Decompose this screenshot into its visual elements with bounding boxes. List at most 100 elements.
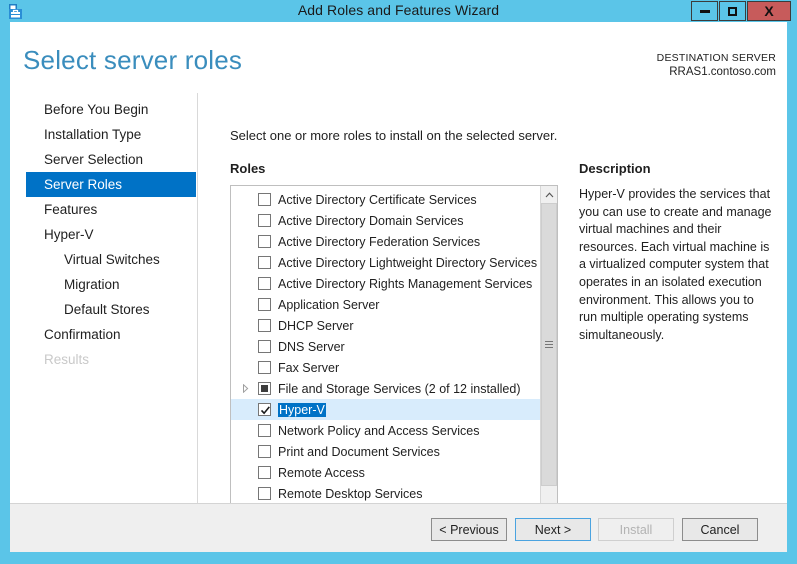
role-row[interactable]: Remote Access: [231, 462, 540, 483]
role-row[interactable]: Application Server: [231, 294, 540, 315]
page-header: Select server roles DESTINATION SERVER R…: [10, 22, 787, 93]
sidebar-item-installation-type[interactable]: Installation Type: [26, 122, 196, 147]
wizard-body: Before You Begin Installation Type Serve…: [10, 93, 787, 503]
minimize-icon: [700, 10, 710, 13]
role-label: Active Directory Federation Services: [278, 235, 480, 249]
tree-spacer: [239, 294, 252, 315]
instruction-text: Select one or more roles to install on t…: [230, 128, 557, 143]
page-title: Select server roles: [23, 45, 242, 76]
destination-server-label: DESTINATION SERVER: [657, 51, 776, 65]
role-row[interactable]: Remote Desktop Services: [231, 483, 540, 504]
tree-spacer: [239, 462, 252, 483]
main-pane: Select one or more roles to install on t…: [199, 93, 787, 503]
wizard-client-area: Select server roles DESTINATION SERVER R…: [10, 22, 787, 552]
role-checkbox[interactable]: [258, 361, 271, 374]
role-label: Active Directory Rights Management Servi…: [278, 277, 532, 291]
role-label: Network Policy and Access Services: [278, 424, 479, 438]
close-button[interactable]: X: [747, 1, 791, 21]
role-row[interactable]: DNS Server: [231, 336, 540, 357]
role-row[interactable]: Active Directory Certificate Services: [231, 189, 540, 210]
next-button[interactable]: Next >: [515, 518, 591, 541]
sidebar-item-server-selection[interactable]: Server Selection: [26, 147, 196, 172]
sidebar-item-hyper-v[interactable]: Hyper-V: [26, 222, 196, 247]
checkmark-icon: [260, 405, 271, 416]
role-row[interactable]: Network Policy and Access Services: [231, 420, 540, 441]
role-checkbox[interactable]: [258, 445, 271, 458]
role-label: DHCP Server: [278, 319, 353, 333]
cancel-button[interactable]: Cancel: [682, 518, 758, 541]
maximize-button[interactable]: [719, 1, 746, 21]
description-label: Description: [579, 161, 651, 176]
tree-spacer: [239, 420, 252, 441]
tree-spacer: [239, 273, 252, 294]
sidebar-item-before-you-begin[interactable]: Before You Begin: [26, 97, 196, 122]
sidebar-item-features[interactable]: Features: [26, 197, 196, 222]
install-button: Install: [598, 518, 674, 541]
scroll-up-button[interactable]: [541, 186, 557, 203]
role-label: Application Server: [278, 298, 379, 312]
tree-spacer: [239, 336, 252, 357]
sidebar-item-server-roles[interactable]: Server Roles: [26, 172, 196, 197]
role-row[interactable]: Active Directory Lightweight Directory S…: [231, 252, 540, 273]
role-row[interactable]: Hyper-V: [231, 399, 540, 420]
role-row[interactable]: Print and Document Services: [231, 441, 540, 462]
role-label: File and Storage Services (2 of 12 insta…: [278, 382, 521, 396]
tree-spacer: [239, 357, 252, 378]
wizard-footer: < Previous Next > Install Cancel: [10, 503, 787, 552]
role-label: Remote Access: [278, 466, 365, 480]
role-row[interactable]: DHCP Server: [231, 315, 540, 336]
tree-spacer: [239, 231, 252, 252]
role-checkbox[interactable]: [258, 403, 271, 416]
roles-scrollbar[interactable]: [540, 186, 557, 520]
role-row[interactable]: Fax Server: [231, 357, 540, 378]
roles-list-label: Roles: [230, 161, 265, 176]
roles-listbox[interactable]: Active Directory Certificate Services Ac…: [230, 185, 558, 521]
role-checkbox[interactable]: [258, 340, 271, 353]
role-checkbox[interactable]: [258, 424, 271, 437]
title-bar: Add Roles and Features Wizard X: [0, 0, 797, 22]
role-label: Active Directory Domain Services: [278, 214, 463, 228]
roles-list: Active Directory Certificate Services Ac…: [231, 189, 540, 504]
role-row[interactable]: Active Directory Domain Services: [231, 210, 540, 231]
role-checkbox[interactable]: [258, 382, 271, 395]
tree-spacer: [239, 441, 252, 462]
tree-spacer: [239, 399, 252, 420]
role-checkbox[interactable]: [258, 487, 271, 500]
tree-spacer: [239, 210, 252, 231]
wizard-step-navigation: Before You Begin Installation Type Serve…: [10, 93, 198, 503]
role-row[interactable]: File and Storage Services (2 of 12 insta…: [231, 378, 540, 399]
scrollbar-thumb[interactable]: [541, 203, 557, 486]
role-label: Remote Desktop Services: [278, 487, 423, 501]
role-checkbox[interactable]: [258, 319, 271, 332]
tree-spacer: [239, 252, 252, 273]
role-checkbox[interactable]: [258, 256, 271, 269]
role-checkbox[interactable]: [258, 277, 271, 290]
role-label: Active Directory Lightweight Directory S…: [278, 256, 537, 270]
role-row[interactable]: Active Directory Rights Management Servi…: [231, 273, 540, 294]
role-label: Hyper-V: [278, 403, 326, 417]
sidebar-item-default-stores[interactable]: Default Stores: [26, 297, 196, 322]
window-title: Add Roles and Features Wizard: [0, 2, 797, 18]
chevron-right-icon[interactable]: [239, 378, 252, 399]
sidebar-item-virtual-switches[interactable]: Virtual Switches: [26, 247, 196, 272]
role-checkbox[interactable]: [258, 466, 271, 479]
sidebar-item-migration[interactable]: Migration: [26, 272, 196, 297]
role-label: Active Directory Certificate Services: [278, 193, 477, 207]
role-checkbox[interactable]: [258, 193, 271, 206]
tree-spacer: [239, 315, 252, 336]
sidebar-item-results: Results: [26, 347, 196, 372]
role-label: Fax Server: [278, 361, 339, 375]
description-text: Hyper-V provides the services that you c…: [579, 186, 775, 344]
sidebar-item-confirmation[interactable]: Confirmation: [26, 322, 196, 347]
role-checkbox[interactable]: [258, 235, 271, 248]
role-checkbox[interactable]: [258, 214, 271, 227]
role-row[interactable]: Active Directory Federation Services: [231, 231, 540, 252]
maximize-icon: [728, 7, 737, 16]
destination-server-block: DESTINATION SERVER RRAS1.contoso.com: [657, 51, 776, 79]
minimize-button[interactable]: [691, 1, 718, 21]
role-checkbox[interactable]: [258, 298, 271, 311]
previous-button[interactable]: < Previous: [431, 518, 507, 541]
scrollbar-grip-icon: [545, 341, 553, 348]
destination-server-value: RRAS1.contoso.com: [657, 65, 776, 79]
tree-spacer: [239, 189, 252, 210]
